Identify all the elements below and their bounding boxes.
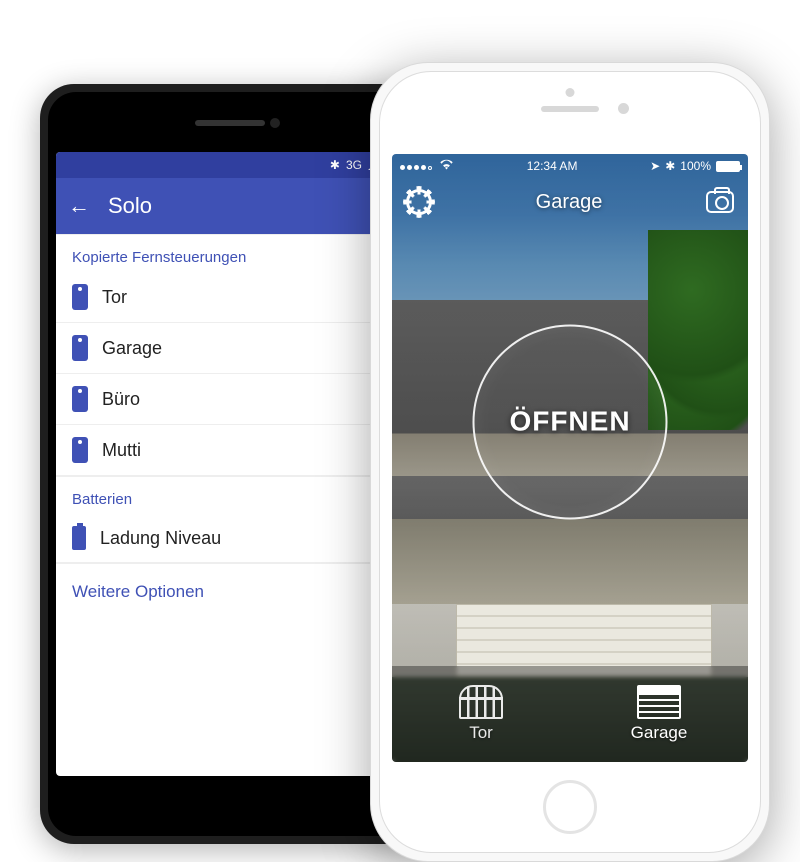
back-icon[interactable]: ← xyxy=(68,193,90,219)
android-screen: ✱ 3G ← Solo Kopierte Fernsteuerungen Tor… xyxy=(56,152,404,776)
camera-icon[interactable] xyxy=(706,191,734,213)
battery-percent: 100% xyxy=(680,159,711,173)
wifi-icon xyxy=(439,159,454,173)
list-item-label: Mutti xyxy=(102,440,141,461)
android-statusbar: ✱ 3G xyxy=(56,152,404,178)
open-button-label: ÖFFNEN xyxy=(509,406,630,438)
bluetooth-icon: ✱ xyxy=(330,158,340,172)
list-item[interactable]: Büro xyxy=(56,374,404,425)
gate-icon xyxy=(459,685,503,719)
signal-dots-icon xyxy=(400,159,434,173)
status-time: 12:34 AM xyxy=(527,159,578,173)
open-button[interactable]: ÖFFNEN xyxy=(473,324,668,519)
iphone-front-camera xyxy=(618,103,629,114)
bottom-tabs: Tor Garage xyxy=(392,666,748,762)
location-icon: ➤ xyxy=(650,159,660,173)
section-label-batteries: Batterien xyxy=(56,476,404,514)
more-options[interactable]: Weitere Optionen xyxy=(56,563,404,620)
list-item[interactable]: Ladung Niveau xyxy=(56,514,404,563)
list-item[interactable]: Tor xyxy=(56,272,404,323)
android-phone-mockup: ✱ 3G ← Solo Kopierte Fernsteuerungen Tor… xyxy=(40,84,420,844)
tab-label: Tor xyxy=(469,723,493,743)
list-item-label: Büro xyxy=(102,389,140,410)
garage-icon xyxy=(637,685,681,719)
android-appbar: ← Solo xyxy=(56,178,404,234)
ios-statusbar: 12:34 AM ➤ ✱ 100% xyxy=(392,154,748,178)
iphone-screen: 12:34 AM ➤ ✱ 100% Garage ÖFFNEN xyxy=(392,154,748,762)
iphone-home-button[interactable] xyxy=(543,780,597,834)
remote-icon xyxy=(72,386,88,412)
remote-icon xyxy=(72,437,88,463)
remote-icon xyxy=(72,284,88,310)
battery-icon xyxy=(72,526,86,550)
ios-navbar: Garage xyxy=(392,178,748,226)
android-bezel: ✱ 3G ← Solo Kopierte Fernsteuerungen Tor… xyxy=(48,92,412,836)
android-sensor xyxy=(270,118,280,128)
battery-icon xyxy=(716,161,740,172)
iphone-sensor xyxy=(566,88,575,97)
remote-icon xyxy=(72,335,88,361)
tab-label: Garage xyxy=(631,723,688,743)
tab-garage[interactable]: Garage xyxy=(570,666,748,762)
list-item-label: Tor xyxy=(102,287,127,308)
tab-tor[interactable]: Tor xyxy=(392,666,570,762)
list-item-label: Ladung Niveau xyxy=(100,528,221,549)
iphone-bezel: 12:34 AM ➤ ✱ 100% Garage ÖFFNEN xyxy=(379,71,761,853)
list-item[interactable]: Garage xyxy=(56,323,404,374)
iphone-mockup: 12:34 AM ➤ ✱ 100% Garage ÖFFNEN xyxy=(370,62,770,862)
bluetooth-icon: ✱ xyxy=(665,159,675,173)
section-label-remotes: Kopierte Fernsteuerungen xyxy=(56,234,404,272)
list-item[interactable]: Mutti xyxy=(56,425,404,476)
gear-icon[interactable] xyxy=(406,189,432,215)
iphone-earpiece xyxy=(541,106,599,112)
appbar-title: Solo xyxy=(108,193,152,219)
network-label: 3G xyxy=(346,158,362,172)
list-item-label: Garage xyxy=(102,338,162,359)
android-earpiece xyxy=(195,120,265,126)
navbar-title: Garage xyxy=(536,191,603,214)
